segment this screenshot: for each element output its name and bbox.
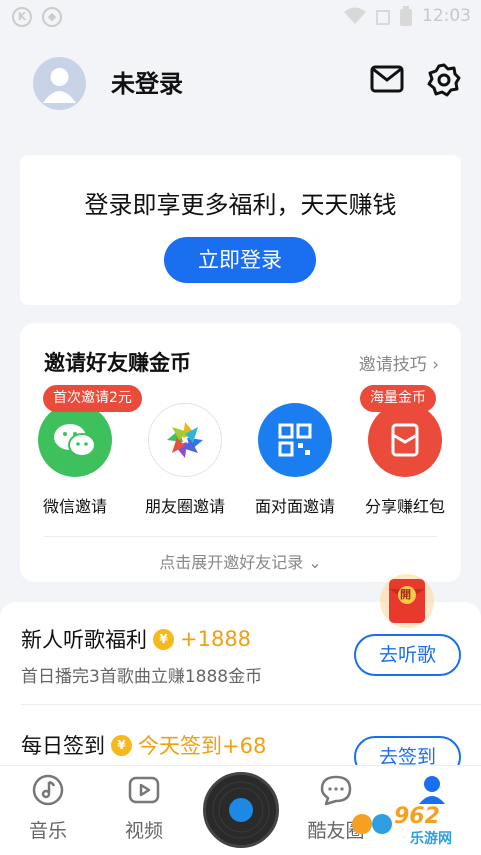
task-title: 新人听歌福利 bbox=[21, 628, 147, 652]
task-title: 每日签到 bbox=[21, 734, 105, 758]
task-divider bbox=[21, 704, 481, 705]
tab-video-label: 视频 bbox=[124, 820, 163, 842]
disc-center-icon bbox=[229, 798, 253, 822]
task-desc: 首日播完3首歌曲立赚1888金币 bbox=[21, 667, 263, 687]
chat-bubble-icon bbox=[320, 775, 352, 806]
task-reward: +1888 bbox=[180, 627, 252, 651]
invite-badge-coins: 海量金币 bbox=[360, 385, 436, 412]
invite-moments-label: 朋友圈邀请 bbox=[144, 497, 225, 516]
floating-red-packet[interactable]: 開 bbox=[377, 573, 437, 629]
tab-video[interactable]: 视频 bbox=[104, 774, 184, 843]
signal-icon bbox=[376, 10, 390, 25]
task-reward: 今天签到+68 bbox=[138, 734, 267, 758]
watermark-logo: 962 乐游网 bbox=[350, 800, 480, 848]
avatar[interactable] bbox=[33, 57, 86, 110]
red-packet-label: 開 bbox=[400, 588, 411, 601]
invite-facetoface-label: 面对面邀请 bbox=[254, 497, 335, 516]
watermark-number: 962 bbox=[394, 804, 440, 829]
login-card: 登录即享更多福利，天天赚钱 立即登录 bbox=[20, 155, 461, 305]
clock: 12:03 bbox=[422, 6, 471, 26]
invite-divider bbox=[44, 536, 437, 537]
music-note-icon bbox=[32, 774, 64, 806]
moments-icon bbox=[148, 403, 222, 477]
battery-icon bbox=[400, 6, 412, 26]
login-slogan: 登录即享更多福利，天天赚钱 bbox=[84, 191, 397, 219]
invite-tips-label: 邀请技巧 bbox=[358, 355, 427, 375]
gear-icon[interactable] bbox=[427, 63, 461, 97]
red-envelope-icon bbox=[368, 403, 442, 477]
invite-badge-first: 首次邀请2元 bbox=[43, 385, 142, 412]
watermark-site: 乐游网 bbox=[410, 831, 452, 847]
username[interactable]: 未登录 bbox=[111, 64, 183, 99]
notification-icon-2: ◆ bbox=[42, 7, 62, 27]
invite-expand-label: 点击展开邀好友记录 bbox=[159, 553, 304, 572]
invite-card: 邀请好友赚金币 邀请技巧 › 微信邀请 朋友圈邀请 面对面邀请 分享赚红包 首次… bbox=[20, 323, 461, 582]
invite-share-label: 分享赚红包 bbox=[364, 497, 445, 516]
music-player-disc[interactable] bbox=[203, 772, 279, 848]
video-icon bbox=[128, 776, 160, 804]
login-button[interactable]: 立即登录 bbox=[164, 237, 316, 283]
invite-wechat[interactable]: 微信邀请 bbox=[20, 403, 130, 523]
tab-music[interactable]: 音乐 bbox=[8, 774, 88, 843]
invite-wechat-label: 微信邀请 bbox=[42, 497, 107, 516]
wechat-icon bbox=[38, 403, 112, 477]
tab-music-label: 音乐 bbox=[28, 820, 67, 842]
notification-icon: K bbox=[12, 7, 32, 27]
coin-icon: ¥ bbox=[111, 734, 132, 756]
invite-expand-toggle[interactable]: 点击展开邀好友记录 ⌄ bbox=[20, 549, 461, 573]
chevron-right-icon: › bbox=[432, 355, 439, 375]
invite-moments[interactable]: 朋友圈邀请 bbox=[130, 403, 240, 523]
user-icon bbox=[43, 68, 76, 103]
wifi-icon bbox=[344, 7, 366, 24]
qr-code-icon bbox=[258, 403, 332, 477]
invite-tips-link[interactable]: 邀请技巧 › bbox=[359, 350, 439, 375]
invite-title: 邀请好友赚金币 bbox=[44, 351, 191, 375]
chevron-down-icon: ⌄ bbox=[308, 553, 322, 572]
status-bar: K ◆ 12:03 bbox=[0, 0, 481, 34]
invite-share[interactable]: 分享赚红包 bbox=[350, 403, 460, 523]
listen-button[interactable]: 去听歌 bbox=[354, 634, 461, 676]
profile-header: 未登录 bbox=[0, 34, 481, 134]
coin-icon: ¥ bbox=[153, 628, 174, 650]
invite-facetoface[interactable]: 面对面邀请 bbox=[240, 403, 350, 523]
mail-icon[interactable] bbox=[370, 65, 404, 93]
